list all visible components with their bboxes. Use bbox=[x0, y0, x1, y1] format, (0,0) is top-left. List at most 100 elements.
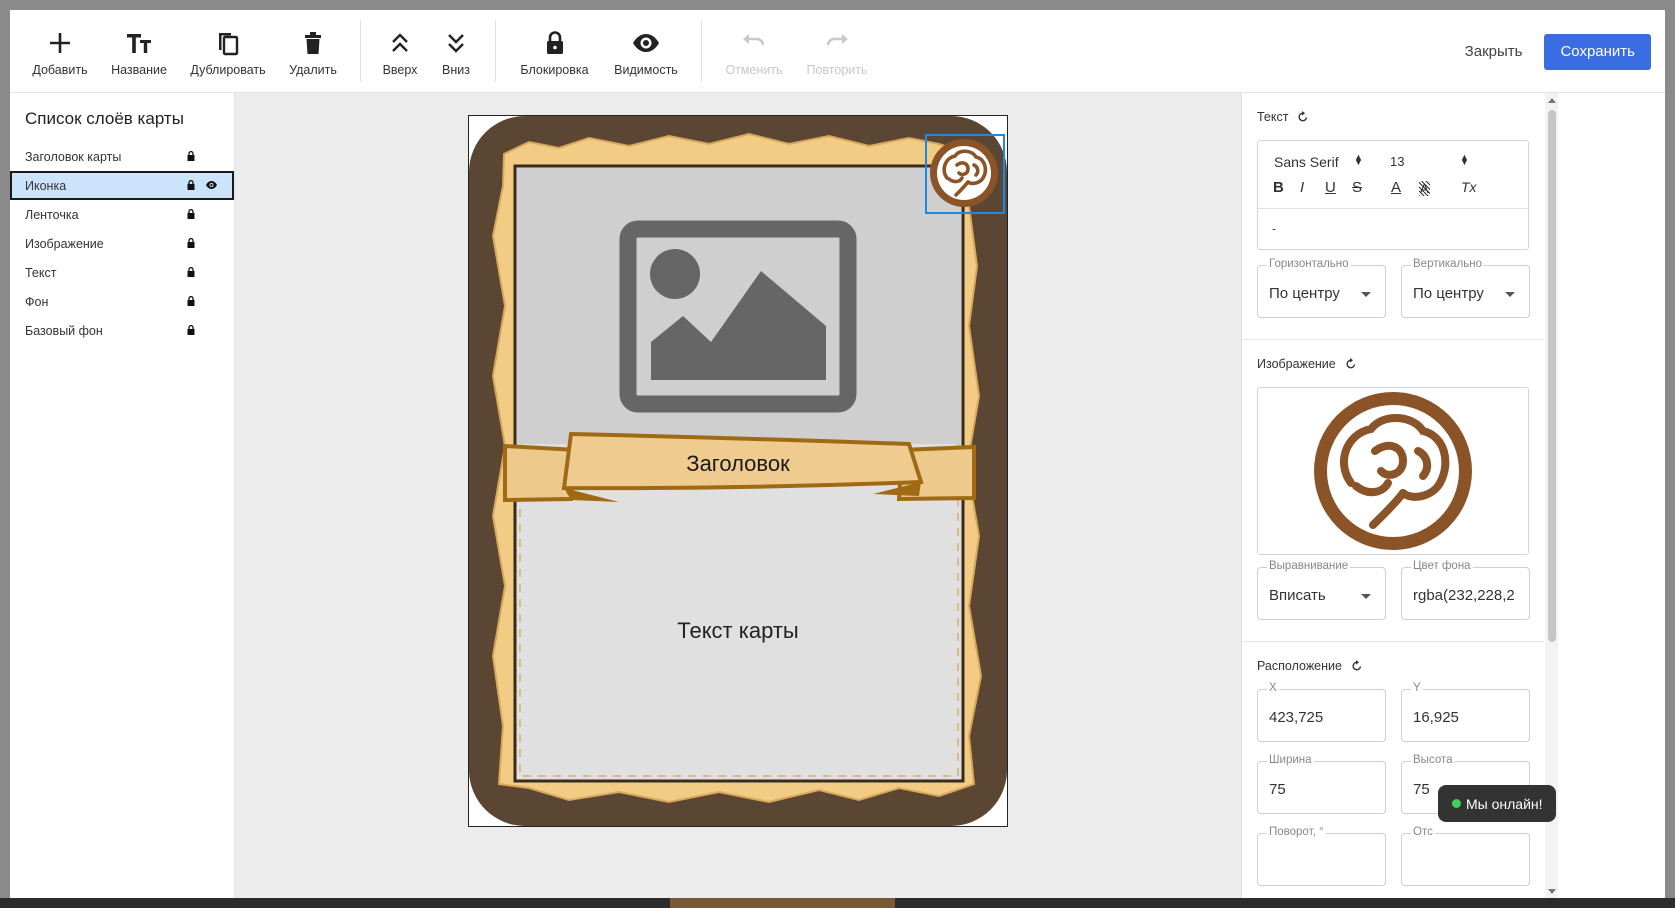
selection-box[interactable] bbox=[925, 134, 1005, 214]
text-color-button[interactable]: A bbox=[1391, 179, 1401, 196]
lock-icon[interactable] bbox=[187, 180, 195, 190]
redo-label: Повторить bbox=[806, 63, 868, 77]
underline-button[interactable]: U bbox=[1325, 179, 1336, 196]
close-button[interactable]: Закрыть bbox=[1465, 43, 1523, 60]
online-status-icon bbox=[1452, 799, 1461, 808]
toolbar: Добавить Название Дублировать Удалить Вв… bbox=[10, 10, 1665, 93]
position-section-title: Расположение bbox=[1257, 659, 1342, 673]
undo-button[interactable]: Отменить bbox=[702, 10, 806, 92]
clear-format-button[interactable]: Tx bbox=[1461, 179, 1477, 195]
text-editor: Sans Serif ▲ ▼ 13 ▲ ▼ B I U S A A Tx - bbox=[1257, 140, 1529, 250]
image-section: Изображение Выравнивание Вписать Цвет фо… bbox=[1242, 340, 1544, 642]
ribbon-title[interactable]: Заголовок bbox=[469, 451, 1007, 477]
vertical-align-select[interactable]: Вертикально По центру bbox=[1401, 258, 1530, 318]
caret-down-icon bbox=[1361, 292, 1371, 297]
reset-icon[interactable] bbox=[1351, 660, 1363, 672]
add-button[interactable]: Добавить bbox=[10, 10, 110, 92]
layer-item-ribbon[interactable]: Ленточка bbox=[10, 200, 234, 229]
move-up-label: Вверх bbox=[382, 63, 418, 77]
title-label: Название bbox=[111, 63, 167, 77]
copy-icon bbox=[219, 33, 239, 56]
layer-item-text[interactable]: Текст bbox=[10, 258, 234, 287]
x-input[interactable]: X 423,725 bbox=[1257, 682, 1386, 742]
move-up-button[interactable]: Вверх bbox=[361, 10, 439, 92]
image-section-title: Изображение bbox=[1257, 357, 1336, 371]
lock-icon bbox=[546, 31, 563, 54]
rotation-input[interactable]: Поворот, ° bbox=[1257, 826, 1386, 886]
editor-toolbar: Sans Serif ▲ ▼ 13 ▲ ▼ B I U S A A Tx bbox=[1258, 141, 1528, 209]
toolbar-group-state: Блокировка Видимость bbox=[496, 10, 679, 92]
editor-content[interactable]: - bbox=[1272, 221, 1276, 236]
card-body-text[interactable]: Текст карты bbox=[469, 618, 1007, 644]
image-align-select[interactable]: Выравнивание Вписать bbox=[1257, 560, 1386, 620]
lock-icon[interactable] bbox=[187, 209, 195, 219]
plus-icon bbox=[50, 33, 70, 53]
visibility-button[interactable]: Видимость bbox=[613, 10, 679, 92]
delete-label: Удалить bbox=[289, 63, 337, 77]
duplicate-label: Дублировать bbox=[190, 63, 266, 77]
properties-scrollbar[interactable] bbox=[1545, 93, 1558, 898]
layer-label: Базовый фон bbox=[25, 323, 103, 338]
undo-icon bbox=[743, 34, 765, 46]
layers-list: Заголовок карты Иконка Ленточка Изображе… bbox=[10, 142, 234, 345]
y-input[interactable]: Y 16,925 bbox=[1401, 682, 1530, 742]
field-label: Горизонтально bbox=[1267, 258, 1351, 270]
canvas-area[interactable]: Заголовок Текст карты bbox=[235, 93, 1241, 898]
horizontal-align-select[interactable]: Горизонтально По центру bbox=[1257, 258, 1386, 318]
field-label: Вертикально bbox=[1411, 258, 1485, 270]
delete-button[interactable]: Удалить bbox=[288, 10, 338, 92]
toolbar-group-history: Отменить Повторить bbox=[702, 10, 868, 92]
save-button[interactable]: Сохранить bbox=[1544, 33, 1651, 70]
move-down-label: Вниз bbox=[442, 63, 470, 77]
move-down-button[interactable]: Вниз bbox=[439, 10, 473, 92]
layers-panel: Список слоёв карты Заголовок карты Иконк… bbox=[10, 93, 235, 898]
scrollbar-thumb[interactable] bbox=[1548, 110, 1556, 642]
strike-button[interactable]: S bbox=[1352, 179, 1362, 196]
add-label: Добавить bbox=[32, 63, 88, 77]
text-section: Текст Sans Serif ▲ ▼ 13 ▲ ▼ B I U S A A Tx bbox=[1242, 93, 1544, 340]
eye-icon[interactable] bbox=[206, 181, 217, 189]
width-input[interactable]: Ширина 75 bbox=[1257, 754, 1386, 814]
field-label: Y bbox=[1411, 682, 1423, 694]
reset-icon[interactable] bbox=[1297, 111, 1309, 123]
trash-icon bbox=[305, 32, 321, 54]
title-button[interactable]: Название bbox=[110, 10, 168, 92]
lock-icon[interactable] bbox=[187, 325, 195, 335]
offset-input[interactable]: Отс bbox=[1401, 826, 1530, 886]
layer-label: Изображение bbox=[25, 236, 104, 251]
field-value: 423,725 bbox=[1269, 709, 1324, 726]
field-value: Вписать bbox=[1269, 587, 1326, 604]
toolbar-group-edit: Добавить Название Дублировать Удалить bbox=[10, 10, 338, 92]
lock-icon[interactable] bbox=[187, 267, 195, 277]
layer-item-image[interactable]: Изображение bbox=[10, 229, 234, 258]
double-chevron-up-icon bbox=[392, 33, 408, 52]
lock-icon[interactable] bbox=[187, 151, 195, 161]
field-value: 16,925 bbox=[1413, 709, 1459, 726]
bold-button[interactable]: B bbox=[1273, 179, 1284, 196]
font-select[interactable]: Sans Serif bbox=[1274, 154, 1339, 170]
bg-color-button[interactable]: A bbox=[1419, 181, 1430, 196]
bg-color-input[interactable]: Цвет фона rgba(232,228,2 bbox=[1401, 560, 1530, 620]
field-label: Высота bbox=[1411, 754, 1455, 766]
size-select[interactable]: 13 bbox=[1390, 154, 1404, 169]
chat-widget-button[interactable]: Мы онлайн! bbox=[1438, 785, 1556, 822]
redo-button[interactable]: Повторить bbox=[806, 10, 868, 92]
lock-button[interactable]: Блокировка bbox=[496, 10, 613, 92]
background-card-edge bbox=[670, 898, 895, 908]
layer-item-icon[interactable]: Иконка bbox=[10, 171, 234, 200]
properties-panel: Текст Sans Serif ▲ ▼ 13 ▲ ▼ B I U S A A Tx bbox=[1241, 93, 1665, 898]
lock-icon[interactable] bbox=[187, 296, 195, 306]
layer-item-base-background[interactable]: Базовый фон bbox=[10, 316, 234, 345]
layer-label: Фон bbox=[25, 294, 49, 309]
scroll-down-arrow[interactable] bbox=[1548, 889, 1556, 894]
italic-button[interactable]: I bbox=[1300, 179, 1304, 196]
card-canvas[interactable]: Заголовок Текст карты bbox=[468, 115, 1008, 827]
duplicate-button[interactable]: Дублировать bbox=[168, 10, 288, 92]
toolbar-actions: Закрыть Сохранить bbox=[1465, 10, 1665, 93]
scroll-up-arrow[interactable] bbox=[1548, 98, 1556, 103]
lock-icon[interactable] bbox=[187, 238, 195, 248]
image-preview[interactable] bbox=[1257, 387, 1529, 555]
layer-item-background[interactable]: Фон bbox=[10, 287, 234, 316]
reset-icon[interactable] bbox=[1345, 358, 1357, 370]
layer-item-card-title[interactable]: Заголовок карты bbox=[10, 142, 234, 171]
